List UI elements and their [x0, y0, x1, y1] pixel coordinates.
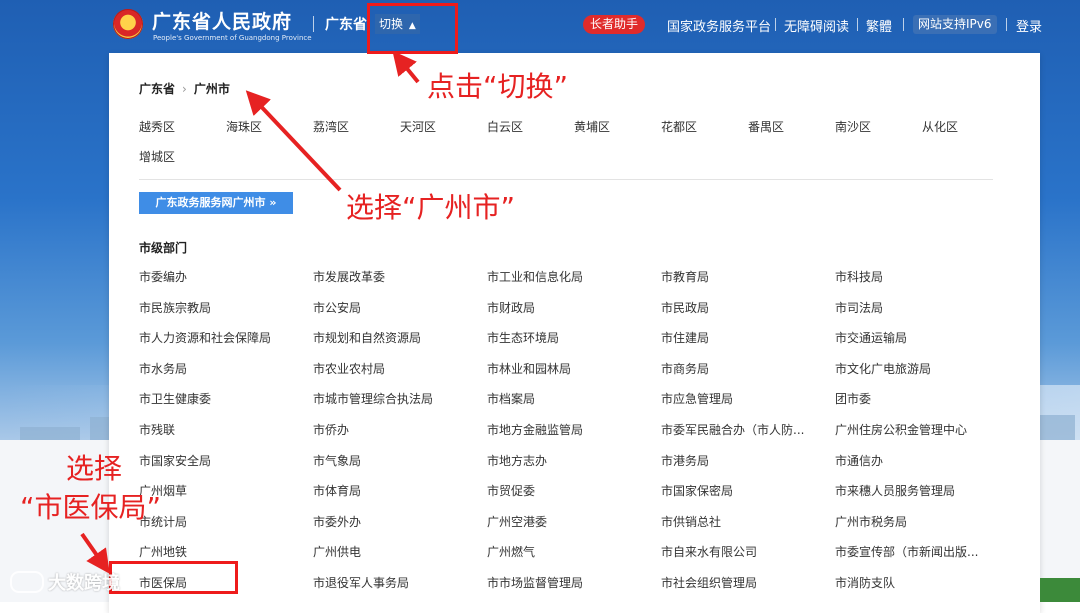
annotation-arrows — [80, 50, 420, 574]
arrow-to-switch — [392, 50, 420, 84]
watermark-logo-icon — [10, 571, 44, 593]
edge-decoration — [1040, 578, 1080, 602]
arrow-to-medical-insurance — [80, 532, 110, 574]
watermark-text: 大数跨境 — [48, 573, 120, 594]
arrow-to-guangzhou — [245, 90, 342, 192]
